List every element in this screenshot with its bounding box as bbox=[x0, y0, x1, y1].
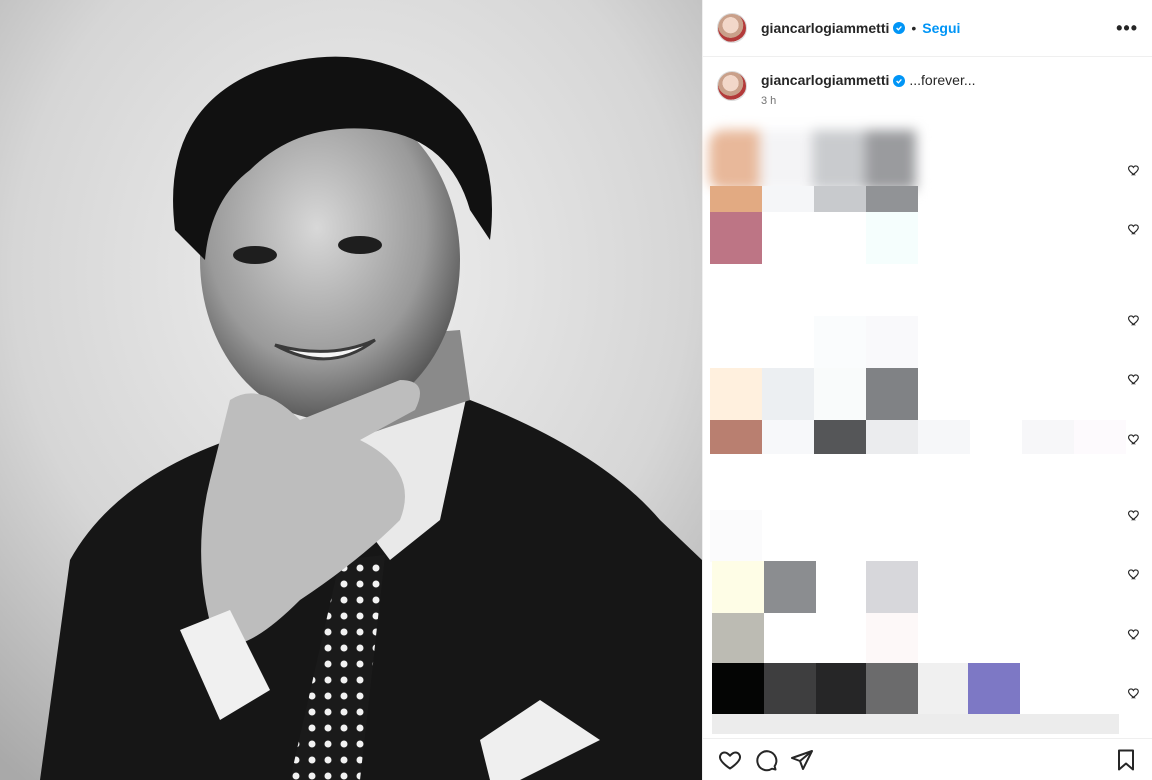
comment-like-heart-icon[interactable] bbox=[1127, 567, 1141, 581]
comment-like-heart-icon[interactable] bbox=[1127, 163, 1141, 177]
comment-like-heart-icon[interactable] bbox=[1127, 508, 1141, 522]
comment-like-heart-icon[interactable] bbox=[1127, 313, 1141, 327]
pixel-block bbox=[866, 212, 918, 264]
pixel-block bbox=[866, 663, 918, 715]
caption-line: giancarlogiammetti ...forever... bbox=[761, 71, 976, 89]
more-options-icon[interactable]: ••• bbox=[1116, 18, 1138, 39]
comment-like-heart-icon[interactable] bbox=[1127, 627, 1141, 641]
author-username[interactable]: giancarlogiammetti bbox=[761, 20, 889, 36]
pixel-block bbox=[814, 368, 866, 420]
pixel-block bbox=[866, 186, 918, 212]
pixel-block bbox=[814, 316, 866, 368]
pixel-block bbox=[918, 663, 970, 715]
pixel-block bbox=[1074, 420, 1126, 454]
caption-author-avatar[interactable] bbox=[717, 71, 747, 101]
pixel-block bbox=[712, 613, 764, 665]
pixel-block bbox=[710, 510, 762, 562]
pixel-block bbox=[918, 420, 970, 454]
pixel-block bbox=[866, 561, 918, 613]
comment-like-heart-icon[interactable] bbox=[1127, 372, 1141, 386]
comment-icon[interactable] bbox=[753, 747, 779, 773]
heart-icon[interactable] bbox=[717, 747, 743, 773]
caption-author-username[interactable]: giancarlogiammetti bbox=[761, 72, 889, 88]
pixel-block bbox=[762, 420, 814, 454]
pixel-block bbox=[866, 368, 918, 420]
pixel-block bbox=[764, 561, 816, 613]
pixel-block bbox=[710, 368, 762, 420]
obscured-comment bbox=[709, 130, 939, 190]
pixel-block bbox=[762, 186, 814, 212]
pixel-block bbox=[866, 316, 918, 368]
post-header: giancarlogiammetti • Segui ••• bbox=[703, 0, 1152, 57]
verified-badge-icon bbox=[893, 22, 906, 34]
pixel-block bbox=[712, 663, 764, 715]
author-avatar[interactable] bbox=[717, 13, 747, 43]
pixel-block bbox=[710, 186, 762, 212]
follow-button[interactable]: Segui bbox=[922, 20, 960, 36]
caption: giancarlogiammetti ...forever... 3 h bbox=[703, 57, 1152, 107]
pixel-block bbox=[712, 714, 1119, 734]
separator-dot: • bbox=[911, 20, 917, 36]
pixel-block bbox=[710, 420, 762, 454]
pixel-block bbox=[814, 186, 866, 212]
pixel-block bbox=[866, 420, 918, 454]
pixel-block bbox=[712, 561, 764, 613]
post-photo[interactable] bbox=[0, 0, 702, 780]
comment-like-heart-icon[interactable] bbox=[1127, 222, 1141, 236]
caption-timestamp: 3 h bbox=[761, 95, 777, 107]
pixel-block bbox=[866, 613, 918, 665]
pixel-block bbox=[814, 420, 866, 454]
comments-list bbox=[703, 120, 1152, 740]
share-icon[interactable] bbox=[789, 747, 815, 773]
post-action-bar bbox=[703, 738, 1152, 780]
pixel-block bbox=[816, 663, 868, 715]
comment-like-heart-icon[interactable] bbox=[1127, 686, 1141, 700]
caption-body: giancarlogiammetti ...forever... 3 h bbox=[761, 71, 976, 107]
bookmark-icon[interactable] bbox=[1113, 747, 1139, 773]
verified-badge-icon bbox=[893, 75, 906, 87]
post-side-panel: giancarlogiammetti • Segui ••• giancarlo… bbox=[702, 0, 1152, 780]
caption-text: ...forever... bbox=[909, 72, 976, 88]
pixel-block bbox=[1022, 420, 1074, 454]
pixel-block bbox=[968, 663, 1020, 715]
portrait-image bbox=[0, 0, 702, 780]
pixel-block bbox=[710, 212, 762, 264]
pixel-block bbox=[764, 663, 816, 715]
comment-like-heart-icon[interactable] bbox=[1127, 432, 1141, 446]
pixel-block bbox=[762, 368, 814, 420]
